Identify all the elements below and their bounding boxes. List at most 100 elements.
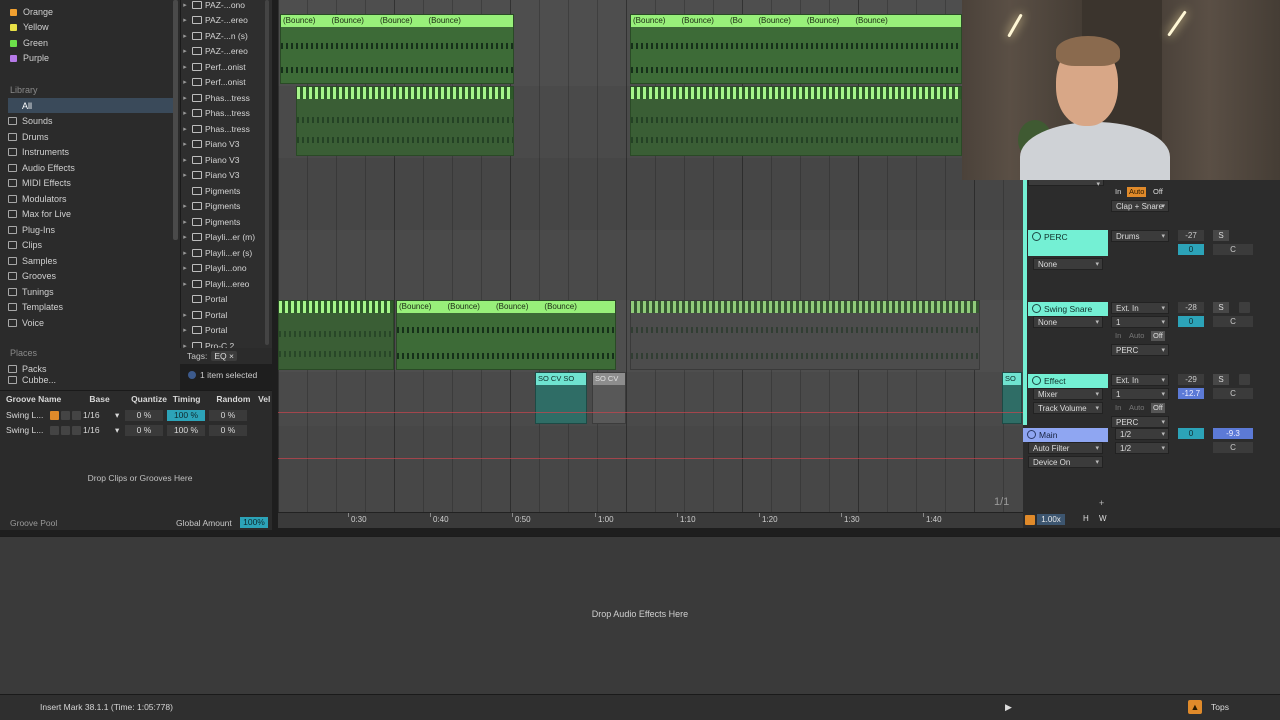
main-device-dropdown[interactable]: Auto Filter [1028,442,1103,454]
global-amount-value[interactable]: 100% [240,517,268,528]
effect-param-dropdown[interactable]: Track Volume [1033,402,1103,414]
main-volume[interactable]: -9.3 [1213,428,1253,439]
library-item[interactable]: Tunings [8,284,174,299]
midi-clip[interactable] [630,300,980,370]
hot-swap-icon[interactable] [50,425,59,435]
effect-device-dropdown[interactable]: Mixer [1033,388,1103,400]
library-item[interactable]: Samples [8,253,174,268]
color-label-orange[interactable]: Orange [10,5,53,19]
library-item[interactable]: Voice [8,315,174,330]
expand-arrow-icon[interactable]: ▸ [181,78,189,86]
file-list-item[interactable]: ▸ Playli...er (s) [181,245,273,261]
fold-arrow-icon[interactable] [1032,376,1041,385]
tops-icon[interactable]: ▲ [1188,700,1202,714]
main-output-dropdown[interactable]: 1/2 [1115,428,1169,440]
track-title-perc[interactable]: PERC [1028,230,1108,256]
tag-chip-eq[interactable]: EQ × [211,351,237,361]
expand-arrow-icon[interactable]: ▸ [181,94,189,102]
library-item[interactable]: Drums [8,129,174,144]
main-pan-value[interactable]: 0 [1178,428,1204,439]
library-item[interactable]: Modulators [8,191,174,206]
track-lane[interactable] [278,372,1023,426]
audio-clip[interactable]: (Bounce) (Bounce) (Bounce) (Bounce) [396,300,616,370]
file-list-item[interactable]: ▸ Piano V3 [181,168,273,184]
main-pan[interactable]: C [1213,442,1253,453]
midi-clip[interactable] [278,300,394,370]
file-list-item[interactable]: ▸ Portal [181,323,273,339]
expand-arrow-icon[interactable]: ▸ [181,156,189,164]
effect-route-dropdown[interactable]: PERC [1111,416,1169,428]
file-list-item[interactable]: ▸ Piano V3 [181,137,273,153]
fold-arrow-icon[interactable] [1032,232,1041,241]
swing-volume[interactable]: -28 [1178,302,1204,313]
output-dropdown[interactable]: Clap + Snare [1111,200,1169,212]
expand-arrow-icon[interactable]: ▸ [181,171,189,179]
expand-arrow-icon[interactable]: ▸ [181,218,189,226]
perc-pan[interactable]: C [1213,244,1253,255]
save-icon[interactable] [61,410,70,420]
effect-monitor-in[interactable]: In [1113,403,1123,413]
expand-arrow-icon[interactable]: ▸ [181,1,189,9]
h-button[interactable]: H [1083,514,1089,523]
track-title-main[interactable]: Main [1023,428,1108,442]
effect-input-dropdown[interactable]: Ext. In [1111,374,1169,386]
file-list-item[interactable]: Pigments [181,183,273,199]
perc-input-dropdown[interactable]: Drums [1111,230,1169,242]
places-item-packs[interactable]: Packs [8,361,174,376]
add-icon[interactable]: + [1099,498,1104,508]
library-item[interactable]: Templates [8,300,174,315]
groove-row[interactable]: Swing L... 1/16 ▾ 0 % 100 % 0 % [6,423,262,437]
file-list-item[interactable]: ▸ Playli...ereo [181,276,273,292]
file-list-item[interactable]: ▸ PAZ-...ereo [181,13,273,29]
library-item[interactable]: Instruments [8,145,174,160]
color-label-yellow[interactable]: Yellow [10,20,49,34]
automation-line[interactable] [278,412,1023,413]
monitor-off[interactable]: Off [1151,187,1165,197]
audio-clip[interactable]: (Bounce) (Bounce) (Bounce) (Bounce) [280,14,514,84]
file-list-item[interactable]: ▸ Portal [181,307,273,323]
expand-arrow-icon[interactable]: ▸ [181,280,189,288]
file-list-item[interactable]: ▸ PAZ-...ono [181,0,273,13]
swing-sub-dropdown[interactable]: None [1033,316,1103,328]
w-button[interactable]: W [1099,514,1107,523]
swing-input-dropdown[interactable]: Ext. In [1111,302,1169,314]
expand-arrow-icon[interactable]: ▸ [181,326,189,334]
save-icon[interactable] [61,425,70,435]
file-list-item[interactable]: ▸ Phas...tress [181,90,273,106]
file-list-item[interactable]: ▸ Pigments [181,214,273,230]
expand-arrow-icon[interactable]: ▸ [181,233,189,241]
swing-monitor-auto[interactable]: Auto [1127,331,1146,341]
file-list-item[interactable]: ▸ Pigments [181,199,273,215]
automation-line[interactable] [278,458,1023,459]
file-list-item[interactable]: ▸ Piano V3 [181,152,273,168]
expand-arrow-icon[interactable]: ▸ [181,63,189,71]
color-label-purple[interactable]: Purple [10,51,49,65]
arm-button[interactable] [1239,374,1250,385]
chevron-down-icon[interactable]: ▾ [115,425,125,436]
places-item-cubbe[interactable]: Cubbe... [8,376,174,384]
time-ruler[interactable]: 0:30 0:40 0:50 1:00 1:10 1:20 1:30 1:40 [278,512,1023,528]
swing-solo-button[interactable]: S [1213,302,1229,313]
expand-arrow-icon[interactable]: ▸ [181,109,189,117]
swing-pan-value[interactable]: 0 [1178,316,1204,327]
main-track-lane[interactable] [278,426,1023,512]
arrangement-view[interactable]: (Bounce) (Bounce) (Bounce) (Bounce) (Bounce… [278,0,1023,512]
fold-arrow-icon[interactable] [1032,304,1041,313]
expand-arrow-icon[interactable]: ▸ [181,264,189,272]
effect-pan[interactable]: C [1213,388,1253,399]
main-output2-dropdown[interactable]: 1/2 [1115,442,1169,454]
library-item[interactable]: All [8,98,174,113]
expand-arrow-icon[interactable]: ▸ [181,125,189,133]
file-list-item[interactable]: ▸ Phas...tress [181,121,273,137]
audio-clip[interactable]: (Bounce) (Bounce) (Bo (Bounce) (Bounce) (Boun… [630,14,962,84]
monitor-in[interactable]: In [1113,187,1123,197]
track-title-swing-snare[interactable]: Swing Snare [1028,302,1108,316]
file-list-item[interactable]: ▸ Playli...er (m) [181,230,273,246]
track-lane[interactable] [278,158,1023,230]
play-icon[interactable]: ▶ [1005,702,1012,713]
effect-clip[interactable]: SO [1002,372,1022,424]
perc-solo-button[interactable]: S [1213,230,1229,241]
library-item[interactable]: Grooves [8,269,174,284]
perc-pan-value[interactable]: 0 [1178,244,1204,255]
tops-label[interactable]: Tops [1211,702,1229,712]
